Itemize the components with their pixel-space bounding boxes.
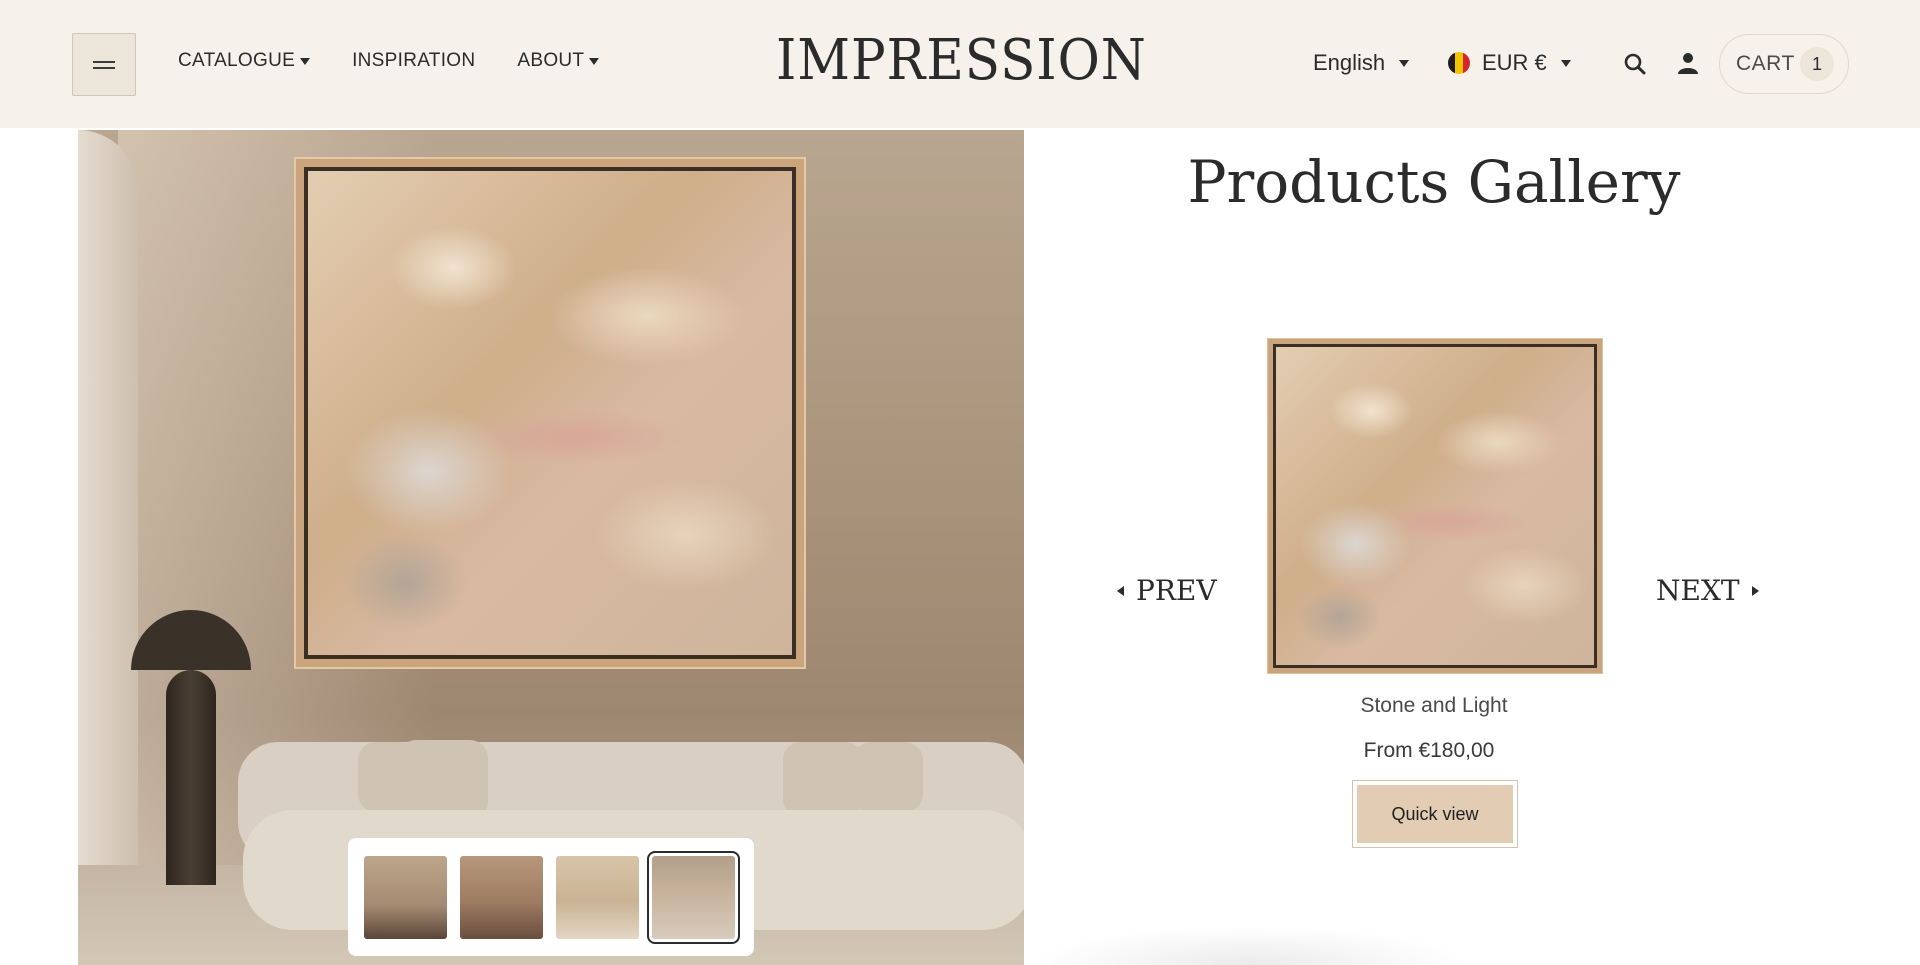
- triangle-right-icon: [1751, 585, 1759, 596]
- nav-about[interactable]: ABOUT: [517, 50, 600, 72]
- menu-button[interactable]: [72, 33, 136, 96]
- hamburger-icon: [93, 60, 115, 69]
- search-icon[interactable]: [1623, 52, 1647, 76]
- language-label: English: [1313, 50, 1386, 75]
- caret-down-icon: [1560, 59, 1571, 67]
- cart-count-badge: 1: [1800, 47, 1834, 81]
- site-logo[interactable]: IMPRESSION: [776, 28, 1146, 93]
- nav-catalogue[interactable]: CATALOGUE: [178, 50, 311, 72]
- product-name[interactable]: Stone and Light: [1234, 694, 1634, 718]
- user-icon[interactable]: [1676, 51, 1700, 75]
- hero-artwork: [294, 157, 806, 669]
- thumbnail-3[interactable]: [556, 855, 639, 939]
- thumbnail-1[interactable]: [364, 855, 447, 939]
- cart-button[interactable]: CART 1: [1719, 34, 1849, 94]
- next-button[interactable]: NEXT: [1656, 574, 1759, 607]
- nav-about-label: ABOUT: [517, 50, 585, 71]
- main-nav: CATALOGUE INSPIRATION ABOUT: [178, 50, 641, 72]
- thumbnail-2[interactable]: [460, 855, 543, 939]
- nav-catalogue-label: CATALOGUE: [178, 50, 296, 71]
- belgium-flag-icon: [1448, 52, 1470, 74]
- product-price: From €180,00: [1363, 739, 1495, 762]
- arch-decor: [78, 130, 138, 965]
- triangle-left-icon: [1117, 585, 1124, 596]
- site-header: CATALOGUE INSPIRATION ABOUT IMPRESSION E…: [0, 0, 1920, 128]
- caret-down-icon: [1399, 59, 1410, 67]
- nav-inspiration[interactable]: INSPIRATION: [352, 50, 475, 72]
- page-title: Products Gallery: [1187, 148, 1681, 216]
- currency-label: EUR €: [1482, 50, 1547, 75]
- thumbnail-strip: [348, 838, 754, 956]
- product-image[interactable]: [1267, 338, 1603, 674]
- thumbnail-4[interactable]: [647, 850, 740, 944]
- prev-button[interactable]: PREV: [1117, 574, 1217, 607]
- cart-label: CART: [1736, 52, 1795, 75]
- caret-down-icon: [589, 57, 600, 65]
- prev-label: PREV: [1136, 574, 1217, 607]
- next-label: NEXT: [1656, 574, 1740, 607]
- quick-view-label: Quick view: [1357, 785, 1513, 843]
- language-selector[interactable]: English: [1313, 50, 1410, 76]
- caret-down-icon: [300, 57, 311, 65]
- currency-selector[interactable]: EUR €: [1448, 50, 1571, 76]
- nav-inspiration-label: INSPIRATION: [352, 50, 476, 71]
- quick-view-button[interactable]: Quick view: [1352, 780, 1518, 848]
